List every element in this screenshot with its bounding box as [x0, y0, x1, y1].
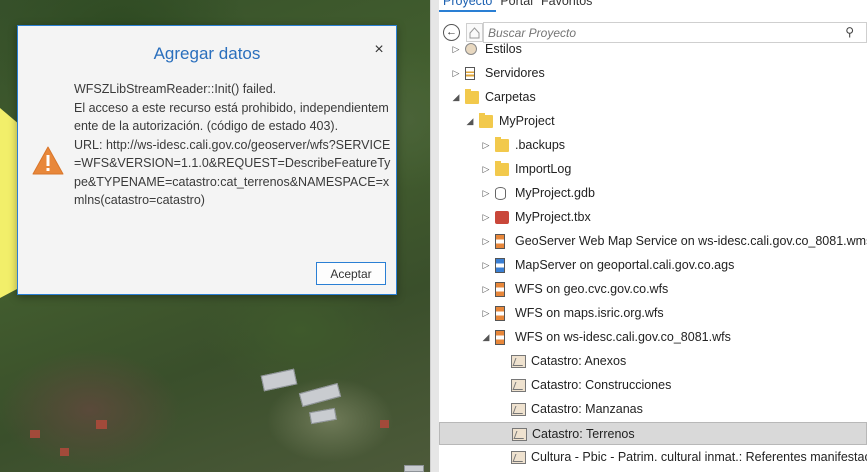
folder-icon	[495, 137, 509, 152]
close-icon[interactable]: ×	[372, 42, 386, 58]
expand-arrow-icon[interactable]: ▷	[481, 158, 491, 181]
tree-item-label: MapServer on geoportal.cali.gov.co.ags	[515, 258, 735, 272]
pane-splitter[interactable]	[430, 0, 439, 472]
tree-item[interactable]: ▷ GeoServer Web Map Service on ws-idesc.c…	[439, 230, 867, 253]
expand-arrow-icon[interactable]: ▷	[481, 278, 491, 301]
geodatabase-icon	[495, 187, 506, 200]
tree-item-label: MyProject	[499, 114, 555, 128]
servers-icon	[465, 67, 475, 80]
wfs-server-icon	[495, 306, 505, 321]
accept-button[interactable]: Aceptar	[316, 262, 386, 285]
expand-arrow-icon[interactable]: ▷	[451, 62, 461, 85]
tree-item-label: Catastro: Terrenos	[532, 427, 635, 441]
expand-arrow-icon[interactable]: ▷	[481, 230, 491, 253]
map-building	[309, 407, 337, 425]
tree-item[interactable]: ▷ MapServer on geoportal.cali.gov.co.ags	[439, 254, 867, 277]
expand-arrow-icon[interactable]: ▷	[481, 302, 491, 325]
tree-item[interactable]: ▷ MyProject.tbx	[439, 206, 867, 229]
map-building	[60, 448, 69, 456]
search-icon[interactable]: ⚲	[845, 25, 854, 39]
expand-arrow-icon[interactable]: ▷	[481, 182, 491, 205]
tree-item[interactable]: Cultura - Pbic - Patrim. cultural inmat.…	[439, 446, 867, 469]
collapse-arrow-icon[interactable]: ◢	[465, 110, 475, 133]
wfs-server-icon	[495, 282, 505, 297]
tree-item[interactable]: ◢ MyProject	[439, 110, 867, 133]
dialog-title: Agregar datos	[153, 44, 261, 63]
tab-proyecto[interactable]: Proyecto	[439, 0, 497, 12]
tree-item-label: WFS on ws-idesc.cali.gov.co_8081.wfs	[515, 330, 731, 344]
expand-arrow-icon[interactable]: ▷	[481, 254, 491, 277]
pane-tabs: Proyecto Portal Favoritos	[439, 0, 596, 12]
tree-item[interactable]: Catastro: Anexos	[439, 350, 867, 373]
toolbox-icon	[495, 211, 509, 224]
tree-item-label: Cultura - Pbic - Patrim. cultural inmat.…	[531, 450, 867, 464]
tree-item-label: Catastro: Construcciones	[531, 378, 672, 392]
styles-icon	[465, 43, 477, 55]
tree-item[interactable]: ◢ Carpetas	[439, 86, 867, 109]
tree-item[interactable]: ▷ WFS on geo.cvc.gov.co.wfs	[439, 278, 867, 301]
tree-item-label: Catastro: Anexos	[531, 354, 627, 368]
tree-item-label: WFS on geo.cvc.gov.co.wfs	[515, 282, 669, 296]
tree-item-label: WFS on maps.isric.org.wfs	[515, 306, 664, 320]
error-message: WFSZLibStreamReader::Init() failed. El a…	[74, 82, 391, 207]
tree-item[interactable]: ▷ .backups	[439, 134, 867, 157]
wfs-server-icon	[495, 330, 505, 345]
tree-item[interactable]: Catastro: Construcciones	[439, 374, 867, 397]
map-building	[260, 368, 298, 392]
map-building	[30, 430, 40, 438]
feature-layer-icon	[511, 355, 526, 368]
tree-item-label: Estilos	[485, 42, 522, 56]
tree-item-label: ImportLog	[515, 162, 572, 176]
tree-item[interactable]: ▷ ImportLog	[439, 158, 867, 181]
project-folder-icon	[479, 113, 493, 128]
catalog-pane: Proyecto Portal Favoritos ← ⚲ ▷Estilos▷S…	[439, 0, 867, 472]
folder-icon	[465, 89, 479, 104]
tree-item[interactable]: ▷ MyProject.gdb	[439, 182, 867, 205]
tree-item[interactable]: Catastro: Terrenos	[439, 422, 867, 445]
feature-layer-icon	[511, 403, 526, 416]
tree-item[interactable]: ▷ WFS on maps.isric.org.wfs	[439, 302, 867, 325]
collapse-arrow-icon[interactable]: ◢	[481, 326, 491, 349]
tab-favoritos[interactable]: Favoritos	[537, 0, 596, 12]
tree-item-label: Servidores	[485, 66, 545, 80]
feature-layer-icon	[511, 451, 526, 464]
add-data-dialog: Agregar datos × WFSZLibStreamReader::Ini…	[17, 25, 397, 295]
feature-layer-icon	[512, 428, 527, 441]
wms-server-icon	[495, 234, 505, 249]
tree-item[interactable]: Catastro: Manzanas	[439, 398, 867, 421]
expand-arrow-icon[interactable]: ▷	[481, 134, 491, 157]
map-building	[298, 383, 342, 407]
tree-item-label: Carpetas	[485, 90, 536, 104]
collapse-arrow-icon[interactable]: ◢	[451, 86, 461, 109]
tree-item-label: Catastro: Manzanas	[531, 402, 643, 416]
map-building	[404, 465, 424, 472]
map-feature-polygon	[0, 108, 18, 298]
tree-item-label: MyProject.tbx	[515, 210, 591, 224]
ags-server-icon	[495, 258, 505, 273]
expand-arrow-icon[interactable]: ▷	[481, 206, 491, 229]
map-building	[380, 420, 389, 428]
map-building	[96, 420, 107, 429]
feature-layer-icon	[511, 379, 526, 392]
tree-item[interactable]: ▷ Estilos	[439, 38, 867, 61]
tree-item-label: MyProject.gdb	[515, 186, 595, 200]
warning-icon	[32, 146, 64, 175]
tab-portal[interactable]: Portal	[496, 0, 537, 12]
folder-icon	[495, 161, 509, 176]
tree-item[interactable]: ◢ WFS on ws-idesc.cali.gov.co_8081.wfs	[439, 326, 867, 349]
tree-item[interactable]: ▷ Servidores	[439, 62, 867, 85]
tree-item-label: GeoServer Web Map Service on ws-idesc.ca…	[515, 234, 867, 248]
tree-item-label: .backups	[515, 138, 566, 152]
expand-arrow-icon[interactable]: ▷	[451, 38, 461, 61]
